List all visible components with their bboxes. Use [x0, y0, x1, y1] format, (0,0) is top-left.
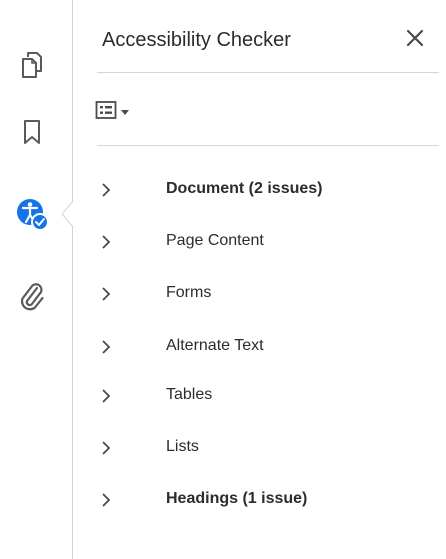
- category-label: Document (2 issues): [166, 180, 323, 197]
- chevron-right-icon: [102, 340, 111, 354]
- category-label: Page Content: [166, 232, 264, 249]
- chevron-right-icon: [102, 235, 111, 249]
- category-list: Document (2 issues) Page Content Forms A…: [73, 0, 446, 559]
- accessibility-checker-panel: Accessibility Checker Document (2 issues…: [73, 0, 446, 559]
- category-item-lists[interactable]: Lists: [93, 428, 433, 468]
- category-item-headings[interactable]: Headings (1 issue): [93, 480, 433, 520]
- attachments-button[interactable]: [14, 278, 50, 314]
- category-item-forms[interactable]: Forms: [93, 274, 433, 314]
- accessibility-checker-icon: [15, 197, 49, 231]
- bookmarks-button[interactable]: [14, 114, 50, 150]
- accessibility-checker-button[interactable]: [14, 196, 50, 232]
- chevron-right-icon: [102, 287, 111, 301]
- pages-button[interactable]: [14, 47, 50, 83]
- category-label: Tables: [166, 386, 213, 403]
- accessibility-panel-window: Accessibility Checker Document (2 issues…: [0, 0, 446, 559]
- tool-rail: [0, 0, 72, 559]
- attachment-icon: [18, 281, 46, 311]
- category-label: Forms: [166, 284, 212, 301]
- chevron-right-icon: [102, 493, 111, 507]
- category-label: Headings (1 issue): [166, 490, 308, 507]
- pages-icon: [21, 51, 43, 79]
- category-item-alternate-text[interactable]: Alternate Text: [93, 327, 433, 367]
- bookmark-icon: [22, 118, 42, 146]
- category-item-tables[interactable]: Tables: [93, 376, 433, 416]
- category-label: Alternate Text: [166, 337, 264, 354]
- chevron-right-icon: [102, 389, 111, 403]
- chevron-right-icon: [102, 183, 111, 197]
- category-item-page-content[interactable]: Page Content: [93, 222, 433, 262]
- category-item-document[interactable]: Document (2 issues): [93, 170, 433, 210]
- chevron-right-icon: [102, 441, 111, 455]
- category-label: Lists: [166, 438, 199, 455]
